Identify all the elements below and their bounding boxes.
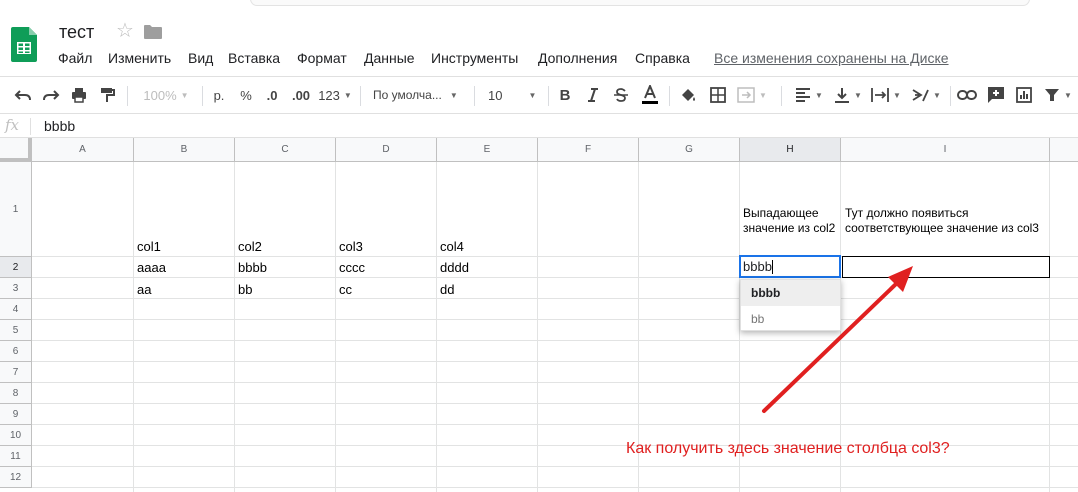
borders-icon[interactable] bbox=[707, 83, 729, 107]
row-header-3[interactable]: 3 bbox=[0, 278, 32, 299]
formula-input[interactable]: bbbb bbox=[44, 118, 75, 134]
column-header-h[interactable]: H bbox=[740, 138, 841, 162]
fill-color-icon[interactable] bbox=[677, 83, 699, 107]
text-cursor bbox=[772, 260, 773, 274]
cell-d3[interactable]: cc bbox=[339, 282, 352, 298]
row-header-6[interactable]: 6 bbox=[0, 341, 32, 362]
menu-help[interactable]: Справка bbox=[635, 50, 690, 66]
row-header-8[interactable]: 8 bbox=[0, 383, 32, 404]
increase-decimal-button[interactable]: .00 bbox=[289, 83, 313, 107]
row-header-7[interactable]: 7 bbox=[0, 362, 32, 383]
title-bar: тест ☆ Файл Изменить Вид Вставка Формат … bbox=[0, 0, 1078, 75]
print-icon[interactable] bbox=[67, 83, 91, 107]
filter-icon[interactable]: ▼ bbox=[1042, 83, 1074, 107]
row-header-2[interactable]: 2 bbox=[0, 257, 32, 278]
insert-link-icon[interactable] bbox=[956, 83, 978, 107]
cell-h1[interactable]: Выпадающее значение из col2 bbox=[743, 206, 837, 236]
cell-d2[interactable]: cccc bbox=[339, 260, 365, 276]
menu-data[interactable]: Данные bbox=[364, 50, 415, 66]
strikethrough-icon[interactable] bbox=[611, 83, 631, 107]
menu-edit[interactable]: Изменить bbox=[108, 50, 171, 66]
cell-i1[interactable]: Тут должно появиться соответствующее зна… bbox=[845, 206, 1045, 236]
column-header-j[interactable] bbox=[1050, 138, 1078, 162]
cell-e1[interactable]: col4 bbox=[440, 239, 464, 255]
text-rotation-icon[interactable]: ▼ bbox=[909, 83, 943, 107]
italic-icon[interactable] bbox=[583, 83, 603, 107]
column-header-c[interactable]: C bbox=[235, 138, 336, 162]
select-all-corner[interactable] bbox=[0, 138, 32, 162]
document-title[interactable]: тест bbox=[59, 22, 94, 43]
more-formats-select[interactable]: 123 ▼ bbox=[318, 83, 352, 107]
spreadsheet-grid[interactable]: A B C D E F G H I 1 2 3 4 5 6 7 8 9 10 1… bbox=[0, 138, 1078, 492]
decrease-decimal-button[interactable]: .0 bbox=[262, 83, 282, 107]
cell-h2-editor[interactable]: bbbb bbox=[743, 259, 772, 274]
row-header-4[interactable]: 4 bbox=[0, 299, 32, 320]
menu-file[interactable]: Файл bbox=[58, 50, 92, 66]
column-header-b[interactable]: B bbox=[134, 138, 235, 162]
row-header-10[interactable]: 10 bbox=[0, 425, 32, 446]
row-header-5[interactable]: 5 bbox=[0, 320, 32, 341]
redo-icon[interactable] bbox=[39, 83, 63, 107]
currency-button[interactable]: р. bbox=[209, 83, 229, 107]
merge-cells-icon[interactable]: ▼ bbox=[737, 83, 767, 107]
column-header-f[interactable]: F bbox=[538, 138, 639, 162]
insert-comment-icon[interactable] bbox=[985, 83, 1007, 107]
cell-i2-target[interactable] bbox=[842, 256, 1050, 278]
cell-c3[interactable]: bb bbox=[238, 282, 252, 298]
font-size-select[interactable]: 10 ▼ bbox=[488, 83, 540, 107]
menu-tools[interactable]: Инструменты bbox=[431, 50, 518, 66]
text-wrap-icon[interactable]: ▼ bbox=[870, 83, 902, 107]
cell-b2[interactable]: aaaa bbox=[137, 260, 166, 276]
top-strip bbox=[0, 0, 1078, 6]
active-cell-h2[interactable]: bbbb bbox=[739, 255, 841, 278]
text-color-icon[interactable] bbox=[639, 83, 661, 107]
row-header-9[interactable]: 9 bbox=[0, 404, 32, 425]
fx-icon: fx bbox=[5, 116, 20, 134]
bold-button[interactable]: B bbox=[555, 83, 575, 107]
toolbar: 100% ▼ р. % .0 .00 123 ▼ По умолча... ▼ 10 ▼… bbox=[0, 76, 1078, 114]
row-header-1[interactable]: 1 bbox=[0, 162, 32, 257]
column-header-d[interactable]: D bbox=[336, 138, 437, 162]
cell-d1[interactable]: col3 bbox=[339, 239, 363, 255]
cell-b1[interactable]: col1 bbox=[137, 239, 161, 255]
menu-format[interactable]: Формат bbox=[297, 50, 347, 66]
paint-format-icon[interactable] bbox=[95, 83, 119, 107]
percent-button[interactable]: % bbox=[237, 83, 255, 107]
align-horizontal-icon[interactable]: ▼ bbox=[793, 83, 825, 107]
undo-icon[interactable] bbox=[11, 83, 35, 107]
align-vertical-icon[interactable]: ▼ bbox=[832, 83, 864, 107]
row-header-11[interactable]: 11 bbox=[0, 446, 32, 467]
dropdown-option-1[interactable]: bbbb bbox=[741, 280, 840, 306]
autocomplete-dropdown: bbbb bb bbox=[740, 279, 841, 331]
cell-e2[interactable]: dddd bbox=[440, 260, 469, 276]
menu-insert[interactable]: Вставка bbox=[228, 50, 280, 66]
cell-c1[interactable]: col2 bbox=[238, 239, 262, 255]
column-header-a[interactable]: A bbox=[32, 138, 134, 162]
font-select[interactable]: По умолча... ▼ bbox=[373, 83, 465, 107]
menu-addons[interactable]: Дополнения bbox=[538, 50, 617, 66]
column-header-i[interactable]: I bbox=[841, 138, 1050, 162]
menu-view[interactable]: Вид bbox=[188, 50, 213, 66]
save-status-link[interactable]: Все изменения сохранены на Диске bbox=[714, 50, 949, 66]
insert-chart-icon[interactable] bbox=[1013, 83, 1035, 107]
column-header-g[interactable]: G bbox=[639, 138, 740, 162]
zoom-select[interactable]: 100% ▼ bbox=[138, 83, 194, 107]
dropdown-option-2[interactable]: bb bbox=[741, 306, 840, 332]
sheets-logo-icon[interactable] bbox=[11, 27, 37, 62]
star-icon[interactable]: ☆ bbox=[116, 21, 134, 41]
formula-bar: fx bbbb bbox=[0, 115, 1078, 138]
column-header-e[interactable]: E bbox=[437, 138, 538, 162]
folder-icon[interactable] bbox=[144, 25, 162, 39]
cell-e3[interactable]: dd bbox=[440, 282, 454, 298]
cell-c2[interactable]: bbbb bbox=[238, 260, 267, 276]
cell-b3[interactable]: aa bbox=[137, 282, 151, 298]
annotation-text: Как получить здесь значение столбца col3… bbox=[626, 440, 950, 457]
row-header-12[interactable]: 12 bbox=[0, 467, 32, 488]
